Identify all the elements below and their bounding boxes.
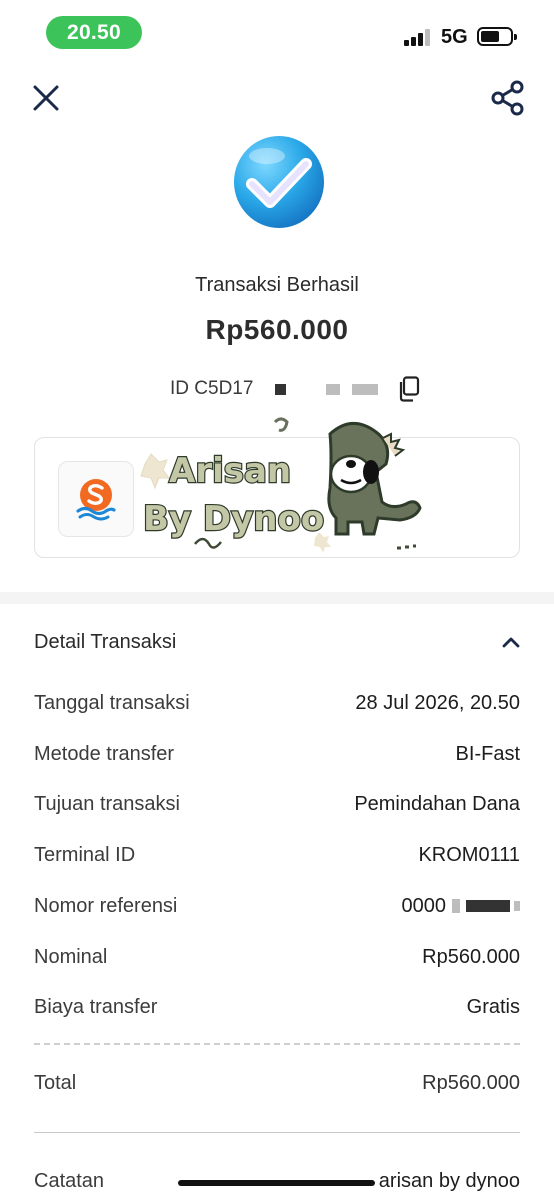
detail-row-purpose: Tujuan transaksi Pemindahan Dana bbox=[34, 789, 520, 819]
section-divider bbox=[0, 592, 554, 604]
watermark-line1: Arisan bbox=[169, 451, 291, 491]
note-label: Catatan bbox=[34, 1169, 105, 1192]
detail-value: KROM0111 bbox=[418, 843, 520, 866]
note-value: arisan by dynoo bbox=[378, 1169, 520, 1192]
close-button[interactable] bbox=[28, 80, 64, 116]
watermark-line2: By Dynoo bbox=[143, 499, 324, 539]
detail-label: Tujuan transaksi bbox=[34, 792, 180, 815]
divider bbox=[34, 1132, 520, 1133]
time-pill: 20.50 bbox=[46, 16, 142, 49]
detail-row-fee: Biaya transfer Gratis bbox=[34, 992, 520, 1022]
detail-value: BI-Fast bbox=[455, 742, 520, 765]
share-icon bbox=[491, 80, 524, 116]
detail-row-terminal: Terminal ID KROM0111 bbox=[34, 840, 520, 870]
redaction bbox=[326, 383, 341, 395]
redaction bbox=[275, 383, 287, 395]
detail-label: Nominal bbox=[34, 945, 108, 968]
close-icon bbox=[33, 85, 59, 111]
signal-icon bbox=[404, 28, 434, 46]
detail-value: Rp560.000 bbox=[422, 945, 520, 968]
redaction bbox=[452, 899, 460, 913]
redaction bbox=[352, 383, 379, 395]
home-indicator[interactable] bbox=[178, 1180, 375, 1186]
detail-value: Pemindahan Dana bbox=[354, 792, 520, 815]
detail-label: Biaya transfer bbox=[34, 995, 158, 1018]
status-bar: 20.50 5G bbox=[0, 0, 554, 62]
redaction bbox=[514, 901, 520, 911]
status-title: Transaksi Berhasil bbox=[195, 274, 359, 296]
detail-label: Terminal ID bbox=[34, 843, 136, 866]
detail-label: Nomor referensi bbox=[34, 894, 178, 917]
dashed-divider bbox=[34, 1043, 520, 1045]
transaction-id: ID C5D17 bbox=[170, 374, 379, 404]
chevron-up-icon bbox=[502, 637, 520, 648]
watermark-sticker: Arisan By Dynoo bbox=[140, 417, 422, 553]
battery-icon bbox=[477, 27, 517, 46]
transaction-id-text: ID C5D17 bbox=[170, 378, 254, 399]
detail-title: Detail Transaksi bbox=[34, 630, 177, 653]
detail-value: 28 Jul 2026, 20.50 bbox=[355, 691, 520, 714]
recipient-card: Arisan By Dynoo bbox=[34, 417, 520, 558]
total-value: Rp560.000 bbox=[422, 1071, 520, 1094]
detail-label: Metode transfer bbox=[34, 742, 175, 765]
amount: Rp560.000 bbox=[205, 314, 349, 345]
detail-row-date: Tanggal transaksi 28 Jul 2026, 20.50 bbox=[34, 688, 520, 718]
redaction bbox=[466, 900, 510, 912]
bank-logo-icon bbox=[58, 461, 134, 537]
copy-icon[interactable] bbox=[398, 376, 420, 402]
detail-label: Tanggal transaksi bbox=[34, 691, 190, 714]
detail-transaction-toggle[interactable]: Detail Transaksi bbox=[34, 622, 520, 662]
total-label: Total bbox=[34, 1071, 77, 1094]
share-button[interactable] bbox=[488, 78, 528, 118]
network-label: 5G bbox=[441, 26, 468, 48]
check-badge-icon bbox=[234, 136, 324, 228]
total-row: Total Rp560.000 bbox=[34, 1068, 520, 1098]
detail-row-method: Metode transfer BI-Fast bbox=[34, 739, 520, 769]
detail-value-redacted: 0000 bbox=[401, 894, 520, 918]
detail-row-reference: Nomor referensi 0000 bbox=[34, 891, 520, 921]
reference-prefix: 0000 bbox=[401, 894, 447, 917]
detail-row-nominal: Nominal Rp560.000 bbox=[34, 942, 520, 972]
detail-value: Gratis bbox=[466, 995, 520, 1018]
